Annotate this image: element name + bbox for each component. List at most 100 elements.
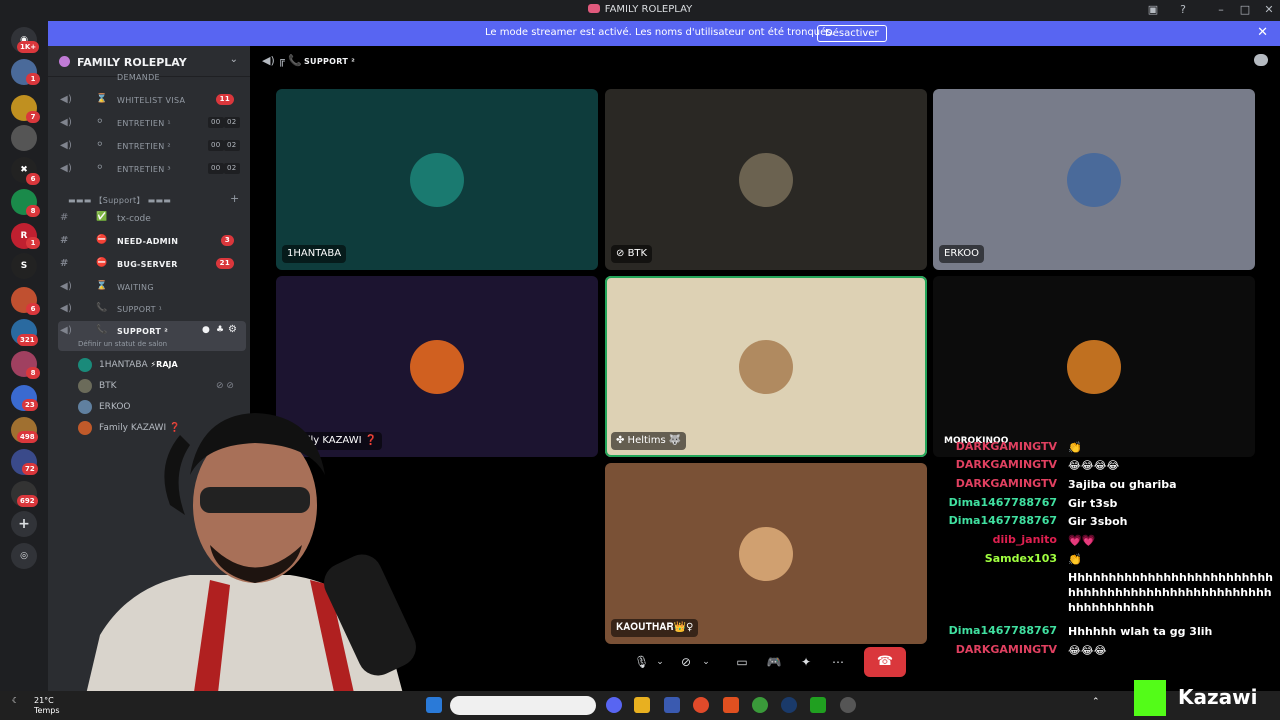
disable-streamer-button[interactable]: Désactiver <box>817 25 887 42</box>
chrome-icon[interactable] <box>693 697 709 713</box>
text-channel-tx-code[interactable]: # ✅ tx-code <box>58 208 246 228</box>
weather-widget[interactable]: ☾ 21°C Temps <box>12 696 60 715</box>
chevron-down-icon[interactable]: ⌄ <box>230 54 238 65</box>
participant-tile[interactable]: ✤ Heltims 🐺 <box>605 276 927 457</box>
disconnect-button[interactable]: ☎ <box>864 647 906 677</box>
hash-icon: # <box>60 235 69 246</box>
minimize-icon[interactable]: – <box>1214 3 1228 17</box>
voice-channel-support-1[interactable]: ◀) 📞 SUPPORT ¹ <box>58 299 246 319</box>
avatar <box>78 379 92 393</box>
maximize-icon[interactable]: □ <box>1238 3 1252 17</box>
folder-icon[interactable] <box>634 697 650 713</box>
help-icon[interactable]: ? <box>1176 3 1190 17</box>
voice-channel-entretien-3[interactable]: ◀) ⚪ ENTRETIEN ³ 00 02 <box>58 159 246 179</box>
app-icon[interactable] <box>840 697 856 713</box>
camera-off-icon[interactable]: ⊘ <box>678 653 694 671</box>
microphone-icon[interactable]: 🎙 <box>634 653 649 671</box>
voice-member[interactable]: BTK ⊘ ⊘ <box>78 377 248 395</box>
browser-icon[interactable] <box>752 697 768 713</box>
avatar <box>739 526 793 581</box>
participant-name: ✤ Heltims 🐺 <box>611 432 687 450</box>
voice-channel-entretien-1[interactable]: ◀) ⚪ ENTRETIEN ¹ 00 02 <box>58 113 246 133</box>
participant-name: Family KAZAWI ❓ <box>282 432 383 450</box>
server-boost-icon <box>59 56 70 67</box>
taskbar: ☾ 21°C Temps ⌃ <box>0 691 1280 720</box>
participant-name: ⊘ BTK <box>611 245 653 263</box>
chevron-down-icon[interactable]: ⌄ <box>700 653 712 671</box>
hash-icon: # <box>60 258 69 269</box>
avatar <box>739 339 793 394</box>
close-banner-icon[interactable]: ✕ <box>1257 25 1268 40</box>
avatar <box>739 152 793 207</box>
app-logo-icon <box>587 4 600 13</box>
hourglass-icon: ⌛ <box>96 94 108 104</box>
avatar <box>78 421 92 435</box>
rail-badge: 8 <box>26 367 40 379</box>
rail-badge: 7 <box>26 111 40 123</box>
chevron-down-icon[interactable]: ⌄ <box>654 653 666 671</box>
voice-channel-title: SUPPORT ² <box>304 57 356 66</box>
stream-chat-overlay: DARKGAMINGTV 👏 DARKGAMINGTV 😂😂😂😂 DARKGAMIN… <box>948 440 1273 657</box>
participant-tile[interactable]: Family KAZAWI ❓ <box>276 276 598 457</box>
steam-icon[interactable] <box>781 697 797 713</box>
soundboard-icon[interactable]: ✦ <box>798 653 814 671</box>
screen-share-icon[interactable]: ▭ <box>734 653 750 671</box>
discord-icon[interactable] <box>606 697 622 713</box>
chevron-up-icon[interactable]: ⌃ <box>1092 697 1104 713</box>
search-input[interactable] <box>450 696 596 715</box>
weather-icon: ☾ <box>12 696 20 705</box>
channel-chat-icon[interactable]: ● <box>202 325 210 335</box>
avatar <box>78 358 92 372</box>
server-icon[interactable]: S <box>11 253 37 279</box>
participant-tile[interactable]: ERKOO <box>933 89 1255 270</box>
voice-channel-whitelist[interactable]: ◀) ⌛ WHITELIST VISA 11 <box>58 90 246 110</box>
text-channel-bug-server[interactable]: # ⛔ BUG-SERVER 21 <box>58 254 246 274</box>
chat-icon[interactable] <box>1254 54 1268 66</box>
server-rail: ◉ 1K+ 1 7 ✖ 6 8 R 1 S 6 321 8 23 498 72 … <box>0 21 48 691</box>
start-icon[interactable] <box>426 697 442 713</box>
text-channel-need-admin[interactable]: # ⛔ NEED-ADMIN 3 <box>58 231 246 251</box>
add-channel-icon[interactable]: + <box>230 192 240 205</box>
rail-badge: 498 <box>17 431 38 443</box>
speaker-icon: ◀) <box>60 140 73 151</box>
participant-tile[interactable]: ⊘ BTK <box>605 89 927 270</box>
rail-badge: 6 <box>26 173 40 185</box>
app-icon[interactable] <box>664 697 680 713</box>
brave-icon[interactable] <box>723 697 739 713</box>
participant-tile[interactable]: 𝐊𝐀𝐎𝐔𝐓𝐇𝐀𝐑👑♀ <box>605 463 927 644</box>
more-icon[interactable]: ⋯ <box>830 653 846 671</box>
explore-icon[interactable]: ◎ <box>11 543 37 569</box>
category-support[interactable]: ▬▬▬ 【Support】 ▬▬▬ + <box>58 189 246 209</box>
participant-name: 1HANTABA <box>282 245 347 263</box>
channel-watermark: Kazawi <box>1134 678 1274 718</box>
kick-logo-icon <box>1134 680 1166 716</box>
rail-badge: 8 <box>26 205 40 217</box>
voice-channel-support-2[interactable]: ◀) 📞 SUPPORT ² Définir un statut de salo… <box>58 321 246 351</box>
channel-status[interactable]: Définir un statut de salon <box>78 340 167 348</box>
inbox-icon[interactable]: ▣ <box>1146 3 1160 17</box>
server-icon[interactable] <box>11 125 37 151</box>
add-server-icon[interactable]: + <box>11 511 37 537</box>
voice-channel-entretien-2[interactable]: ◀) ⚪ ENTRETIEN ² 00 02 <box>58 136 246 156</box>
voice-channel-waiting[interactable]: ◀) ⌛ WAITING <box>58 277 246 297</box>
rail-badge: 6 <box>26 303 40 315</box>
avatar <box>1067 152 1121 207</box>
participant-tile[interactable]: 1HANTABA <box>276 89 598 270</box>
participant-tile[interactable]: MOROKINOO <box>933 276 1255 457</box>
invite-icon[interactable]: ♣ <box>216 325 224 335</box>
close-window-icon[interactable]: ✕ <box>1262 3 1276 17</box>
gear-icon[interactable]: ⚙ <box>228 324 237 335</box>
activity-icon[interactable]: 🎮 <box>766 653 782 671</box>
rail-badge: 72 <box>22 463 38 475</box>
participant-name: 𝐊𝐀𝐎𝐔𝐓𝐇𝐀𝐑👑♀ <box>611 619 699 637</box>
rail-badge: 1 <box>26 237 40 249</box>
channel-sidebar: FAMILY ROLEPLAY ⌄ DEMANDE ◀) ⌛ WHITELIST… <box>48 46 250 691</box>
app-icon[interactable] <box>810 697 826 713</box>
speaker-icon: ◀) <box>60 325 73 336</box>
speaker-icon: ◀) <box>60 281 73 292</box>
speaker-icon: ◀) <box>60 163 73 174</box>
voice-channel-demande[interactable]: DEMANDE <box>58 72 246 82</box>
voice-header: ◀) ╔ 📞 SUPPORT ² <box>250 46 1280 78</box>
rail-badge: 23 <box>22 399 38 411</box>
deafened-icon: ⊘ ⊘ <box>216 381 234 391</box>
